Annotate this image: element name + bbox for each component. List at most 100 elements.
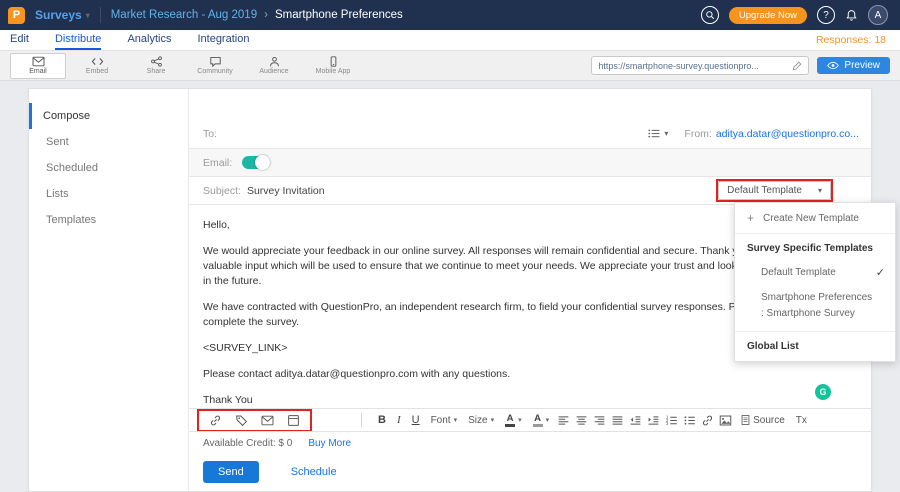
check-icon: ✓ <box>876 266 885 279</box>
channel-tab-audience[interactable]: Audience <box>246 52 302 80</box>
responses-count[interactable]: Responses: 18 <box>816 30 900 50</box>
font-dropdown[interactable]: Font▾ <box>428 415 461 426</box>
menu-analytics[interactable]: Analytics <box>127 30 171 50</box>
to-label: To: <box>203 128 217 140</box>
to-input[interactable] <box>217 119 647 148</box>
channel-tab-label: Share <box>147 68 166 75</box>
contact-list-icon[interactable] <box>647 128 661 139</box>
from-email[interactable]: aditya.datar@questionpro.co... <box>716 128 859 140</box>
from-label: From: <box>684 128 711 140</box>
menu-section-survey-templates: Survey Specific Templates <box>735 234 895 259</box>
editor-toolbar: B I U Font▾ Size▾ A▾ A▾ 123 Sourc <box>189 408 871 432</box>
preview-button[interactable]: Preview <box>817 57 890 74</box>
sidebar-item-sent[interactable]: Sent <box>29 129 188 155</box>
template-dropdown[interactable]: Default Template ▾ <box>718 181 831 200</box>
eye-icon <box>827 61 839 70</box>
insert-template-icon[interactable] <box>287 414 300 427</box>
align-center-icon[interactable] <box>575 414 588 427</box>
email-toggle-label: Email: <box>203 157 232 169</box>
email-icon <box>32 56 45 67</box>
avatar[interactable]: A <box>868 5 888 25</box>
actions-row: Send Schedule <box>189 453 871 491</box>
remove-format-button[interactable]: Tx <box>793 415 810 426</box>
channel-tab-share[interactable]: Share <box>128 52 184 80</box>
breadcrumb: Market Research - Aug 2019 › Smartphone … <box>111 9 403 21</box>
align-justify-icon[interactable] <box>611 414 624 427</box>
menu-distribute[interactable]: Distribute <box>55 30 101 50</box>
breadcrumb-survey-group[interactable]: Market Research - Aug 2019 <box>111 9 257 21</box>
help-icon[interactable]: ? <box>817 6 835 24</box>
template-dropdown-value: Default Template <box>727 185 802 196</box>
product-label: Surveys <box>35 8 82 22</box>
menu-item-default-template[interactable]: Default Template ✓ <box>735 259 895 286</box>
product-switcher[interactable]: Surveys ▾ <box>35 8 90 22</box>
email-sidebar: Compose Sent Scheduled Lists Templates <box>29 89 189 491</box>
audience-icon <box>268 56 281 67</box>
caret-down-icon: ▾ <box>518 416 522 424</box>
underline-button[interactable]: U <box>409 414 423 426</box>
channel-tab-community[interactable]: Community <box>187 52 243 80</box>
merge-field-icon[interactable] <box>235 414 248 427</box>
app-window: P Surveys ▾ Market Research - Aug 2019 ›… <box>0 0 900 492</box>
size-dropdown[interactable]: Size▾ <box>465 415 497 426</box>
menu-edit[interactable]: Edit <box>10 30 29 50</box>
bullet-list-icon[interactable] <box>683 414 696 427</box>
image-icon[interactable] <box>719 414 732 427</box>
from-field: From: aditya.datar@questionpro.co... <box>684 128 859 140</box>
body-paragraph: Thank You <box>203 393 851 408</box>
upgrade-button[interactable]: Upgrade Now <box>729 7 807 24</box>
channel-tab-mobile-app[interactable]: Mobile App <box>305 52 361 80</box>
sidebar-item-templates[interactable]: Templates <box>29 207 188 233</box>
insert-email-icon[interactable] <box>261 415 274 426</box>
subject-row: Subject: Survey Invitation Default Templ… <box>189 177 871 205</box>
subject-input[interactable]: Survey Invitation <box>247 185 325 197</box>
align-left-icon[interactable] <box>557 414 570 427</box>
breadcrumb-separator: › <box>264 9 268 21</box>
insert-link-icon[interactable] <box>209 414 222 427</box>
menu-item-create-new-template[interactable]: + Create New Template <box>735 203 895 234</box>
text-color-button[interactable]: A▾ <box>502 414 525 427</box>
sidebar-item-compose[interactable]: Compose <box>29 103 188 129</box>
channel-tab-email[interactable]: Email <box>10 53 66 79</box>
menu-item-smartphone-template[interactable]: Smartphone Preferences : Smartphone Surv… <box>735 286 895 331</box>
channel-tab-embed[interactable]: Embed <box>69 52 125 80</box>
body-paragraph: Please contact aditya.datar@questionpro.… <box>203 367 851 382</box>
topbar: P Surveys ▾ Market Research - Aug 2019 ›… <box>0 0 900 30</box>
mobile-app-icon <box>327 56 340 67</box>
caret-down-icon: ▾ <box>818 186 822 195</box>
pencil-icon[interactable] <box>792 61 802 71</box>
ordered-list-icon[interactable]: 123 <box>665 414 678 427</box>
indent-icon[interactable] <box>647 414 660 427</box>
grammarly-icon[interactable]: G <box>815 384 831 400</box>
bell-icon[interactable] <box>845 9 858 22</box>
link-icon[interactable] <box>701 414 714 427</box>
preview-label: Preview <box>844 60 880 71</box>
sidebar-item-scheduled[interactable]: Scheduled <box>29 155 188 181</box>
send-button[interactable]: Send <box>203 461 259 483</box>
caret-down-icon[interactable]: ▾ <box>664 129 668 138</box>
bg-color-button[interactable]: A▾ <box>530 414 553 427</box>
channel-tab-label: Email <box>29 68 47 75</box>
italic-button[interactable]: I <box>394 414 404 426</box>
questionpro-logo[interactable]: P <box>8 7 25 24</box>
source-icon <box>740 414 751 426</box>
template-menu: + Create New Template Survey Specific Te… <box>734 202 896 362</box>
survey-url-field[interactable]: https://smartphone-survey.questionpro... <box>591 56 809 75</box>
channel-bar-right: https://smartphone-survey.questionpro...… <box>591 56 890 75</box>
toggle-knob <box>255 155 270 170</box>
email-toggle[interactable] <box>242 156 270 169</box>
sidebar-item-lists[interactable]: Lists <box>29 181 188 207</box>
logo-letter: P <box>13 9 20 21</box>
smartphone-template-line1: Smartphone Preferences <box>761 290 885 306</box>
search-icon[interactable] <box>701 6 719 24</box>
buy-more-link[interactable]: Buy More <box>308 438 351 449</box>
align-right-icon[interactable] <box>593 414 606 427</box>
survey-menubar: Edit Distribute Analytics Integration Re… <box>0 30 900 51</box>
schedule-link[interactable]: Schedule <box>291 466 337 478</box>
source-button[interactable]: Source <box>737 414 788 426</box>
outdent-icon[interactable] <box>629 414 642 427</box>
menu-integration[interactable]: Integration <box>197 30 249 50</box>
bold-button[interactable]: B <box>375 414 389 426</box>
subject-label: Subject: <box>203 185 241 197</box>
caret-down-icon: ▾ <box>454 416 458 424</box>
